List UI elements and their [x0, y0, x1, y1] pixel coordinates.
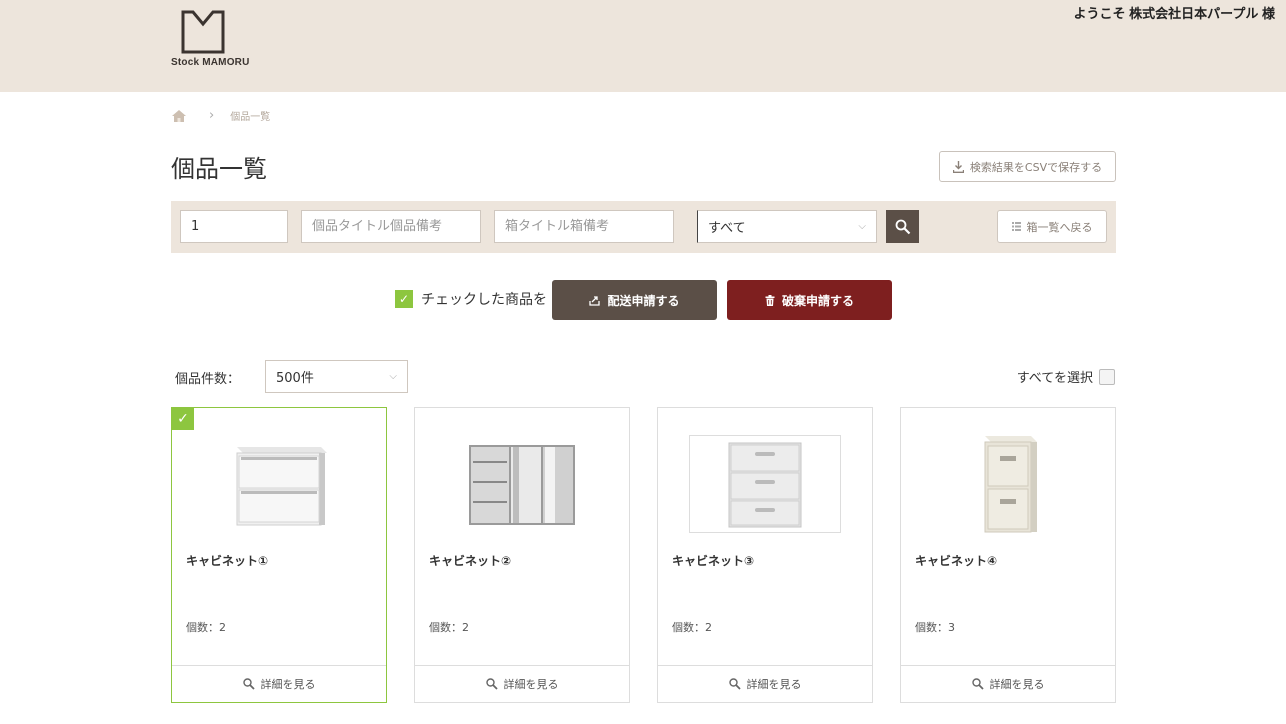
category-select-value: すべて	[708, 221, 746, 236]
checked-items-label[interactable]: ✓ チェックした商品を	[395, 289, 547, 309]
item-name: キャビネット②	[429, 554, 512, 568]
breadcrumb-separator: ›	[209, 108, 215, 123]
item-image	[446, 435, 598, 533]
chevron-down-icon: ⌵	[858, 221, 866, 232]
select-all-label: すべてを選択	[1016, 371, 1093, 386]
select-all-control[interactable]: すべてを選択	[1017, 367, 1115, 386]
item-name: キャビネット③	[672, 554, 755, 568]
list-icon	[1011, 222, 1021, 231]
search-icon	[895, 219, 910, 234]
item-count-select[interactable]: 500件 ⌵	[265, 360, 408, 393]
checked-items-text: チェックした商品を	[421, 292, 547, 308]
item-count-value: 500件	[276, 371, 314, 386]
view-details-label: 詳細を見る	[503, 678, 559, 691]
selected-check-icon[interactable]: ✓	[172, 408, 194, 430]
logo-text: Stock MAMORU	[171, 57, 250, 68]
search-icon	[971, 678, 984, 690]
item-card[interactable]: ✓ キャビネット① 個数：2 詳細を見る	[171, 407, 387, 703]
back-to-box-list-label: 箱一覧へ戻る	[1026, 220, 1093, 234]
page-title: 個品一覧	[171, 155, 267, 183]
item-quantity: 個数：2	[672, 621, 712, 634]
breadcrumb-current: 個品一覧	[230, 112, 271, 123]
disposal-request-label: 破棄申請する	[781, 293, 854, 308]
download-icon	[952, 160, 964, 173]
home-icon[interactable]	[171, 109, 187, 123]
item-image	[689, 435, 841, 533]
item-count-label: 個品件数：	[175, 372, 241, 387]
view-details-button[interactable]: 詳細を見る	[901, 665, 1115, 702]
item-image	[203, 435, 355, 533]
search-bar: すべて ⌵ 箱一覧へ戻る	[171, 201, 1116, 253]
delivery-request-label: 配送申請する	[607, 293, 680, 308]
export-icon	[589, 295, 601, 306]
view-details-label: 詳細を見る	[260, 678, 316, 691]
select-all-checkbox[interactable]	[1099, 368, 1115, 385]
view-details-button[interactable]: 詳細を見る	[172, 665, 386, 702]
item-card[interactable]: キャビネット② 個数：2 詳細を見る	[414, 407, 630, 703]
search-icon	[728, 678, 741, 690]
search-icon	[242, 678, 255, 690]
search-button[interactable]	[886, 210, 919, 243]
category-select[interactable]: すべて ⌵	[697, 210, 877, 243]
stock-mamoru-logo[interactable]: Stock MAMORU	[171, 10, 250, 68]
csv-export-button[interactable]: 検索結果をCSVで保存する	[939, 151, 1116, 182]
back-to-box-list-button[interactable]: 箱一覧へ戻る	[997, 210, 1107, 243]
search-icon	[485, 678, 498, 690]
breadcrumb: › 個品一覧	[171, 108, 270, 123]
item-quantity: 個数：3	[915, 621, 955, 634]
item-name: キャビネット①	[186, 554, 269, 568]
item-search-input[interactable]	[301, 210, 481, 243]
view-details-label: 詳細を見る	[746, 678, 802, 691]
item-image	[932, 435, 1084, 533]
box-search-input[interactable]	[494, 210, 674, 243]
box-number-input[interactable]	[180, 210, 288, 243]
view-details-button[interactable]: 詳細を見る	[658, 665, 872, 702]
csv-export-label: 検索結果をCSVで保存する	[969, 160, 1103, 174]
checked-checkbox-icon[interactable]: ✓	[395, 290, 413, 308]
delivery-request-button[interactable]: 配送申請する	[552, 280, 717, 320]
item-quantity: 個数：2	[429, 621, 469, 634]
item-name: キャビネット④	[915, 554, 998, 568]
disposal-request-button[interactable]: 破棄申請する	[727, 280, 892, 320]
logo-box-icon	[181, 10, 225, 54]
view-details-button[interactable]: 詳細を見る	[415, 665, 629, 702]
item-card[interactable]: キャビネット③ 個数：2 詳細を見る	[657, 407, 873, 703]
trash-icon	[765, 294, 775, 306]
item-quantity: 個数：2	[186, 621, 226, 634]
welcome-message: ようこそ 株式会社日本パープル 様	[1073, 6, 1275, 21]
site-header: Stock MAMORU ようこそ 株式会社日本パープル 様	[0, 0, 1286, 92]
item-card[interactable]: キャビネット④ 個数：3 詳細を見る	[900, 407, 1116, 703]
chevron-down-icon: ⌵	[389, 371, 397, 382]
view-details-label: 詳細を見る	[989, 678, 1045, 691]
